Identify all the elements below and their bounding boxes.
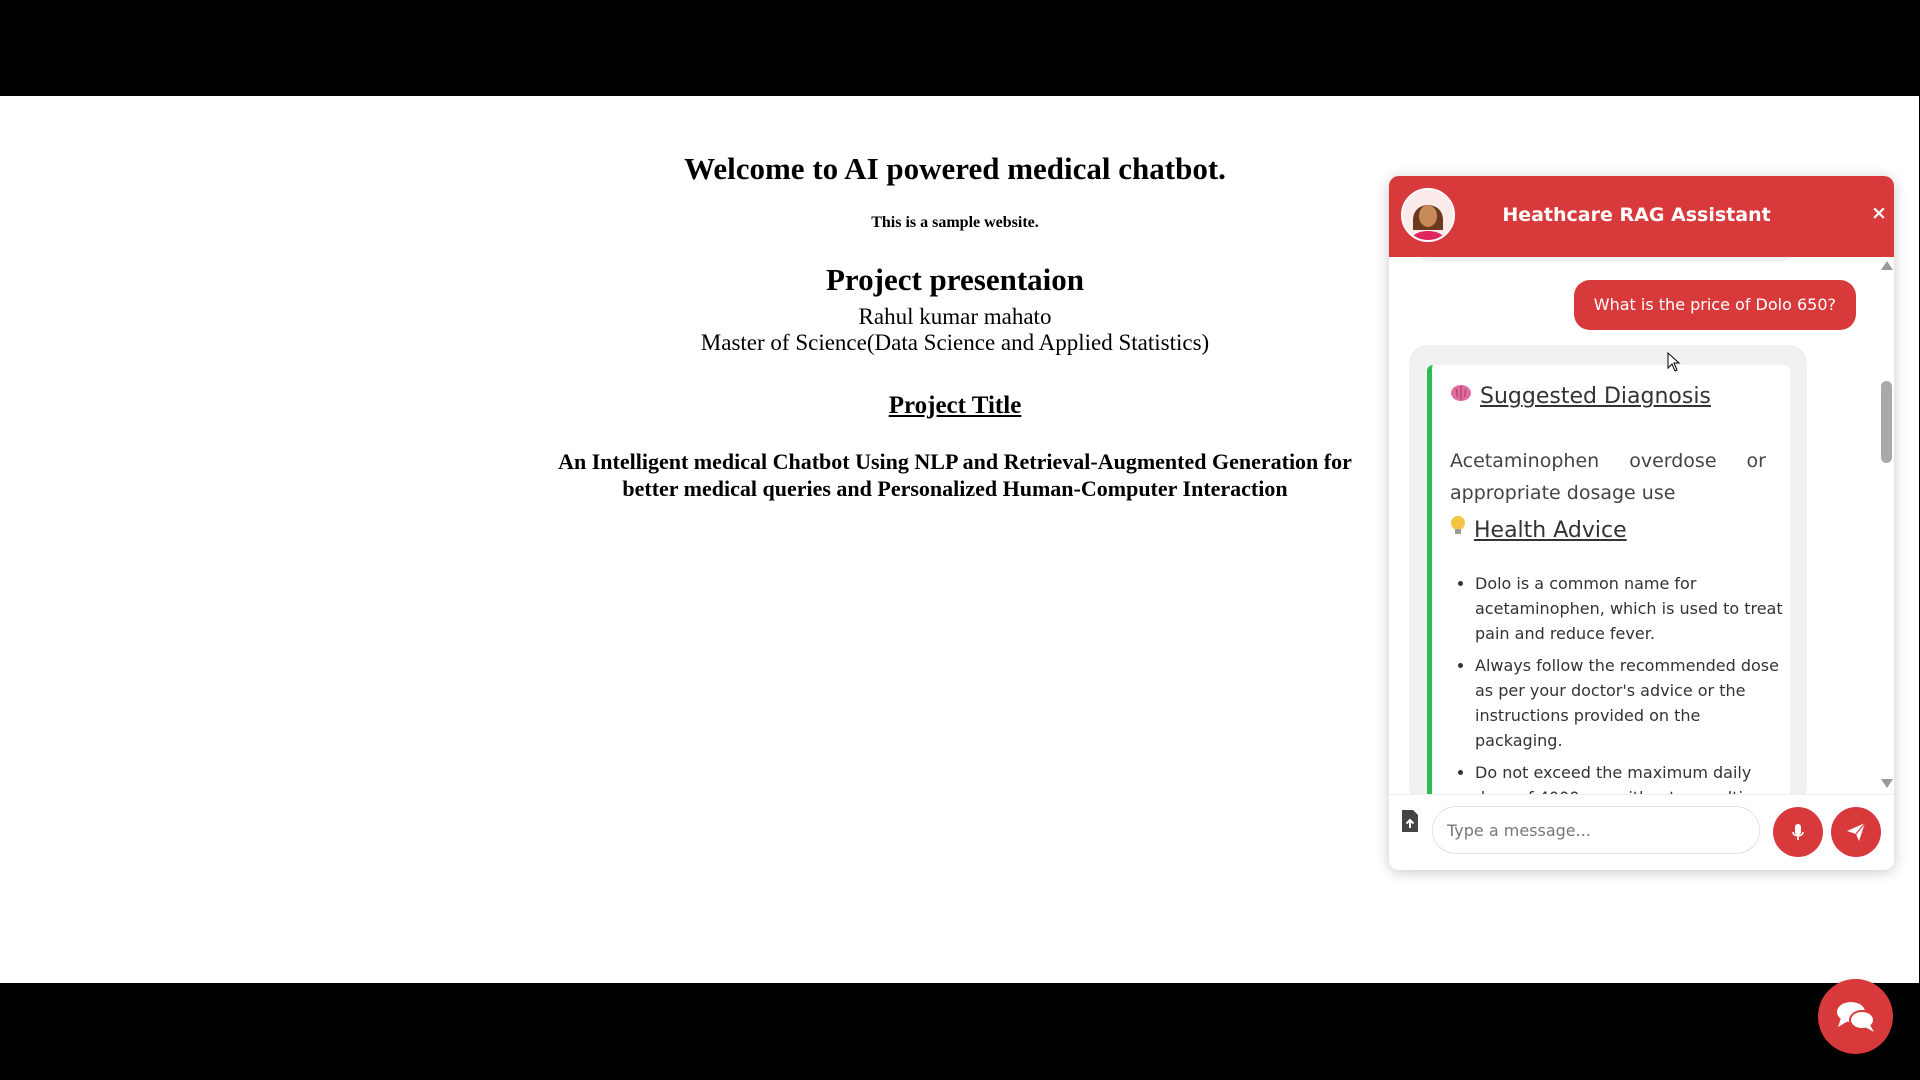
- microphone-button[interactable]: [1773, 807, 1823, 857]
- advice-list: Dolo is a common name for acetaminophen,…: [1450, 571, 1790, 794]
- diagnosis-heading-label: Suggested Diagnosis: [1480, 384, 1711, 409]
- previous-message-stub: [1419, 257, 1793, 261]
- message-list[interactable]: What is the price of Dolo 650? Suggested…: [1389, 257, 1894, 794]
- chat-title: Heathcare RAG Assistant: [1502, 204, 1771, 226]
- scrollbar-thumb[interactable]: [1881, 381, 1892, 463]
- brain-icon: [1450, 383, 1472, 408]
- paper-plane-icon: [1847, 822, 1866, 841]
- diagnosis-heading: Suggested Diagnosis: [1450, 383, 1711, 409]
- assistant-avatar: [1401, 188, 1455, 242]
- scroll-down-arrow-icon[interactable]: [1881, 779, 1893, 788]
- mouse-cursor-icon: [1667, 352, 1681, 372]
- chat-widget: Heathcare RAG Assistant × What is the pr…: [1389, 176, 1894, 870]
- advice-item: Always follow the recommended dose as pe…: [1475, 653, 1790, 753]
- advice-item: Dolo is a common name for acetaminophen,…: [1475, 571, 1790, 646]
- advice-heading-label: Health Advice: [1474, 518, 1627, 543]
- chat-header: Heathcare RAG Assistant ×: [1389, 176, 1894, 257]
- project-title-text: An Intelligent medical Chatbot Using NLP…: [558, 449, 1352, 501]
- diagnosis-text: Acetaminophen overdose or appropriate do…: [1450, 450, 1766, 504]
- lightbulb-icon: [1450, 515, 1466, 542]
- bot-response-card: Suggested Diagnosis Acetaminophen overdo…: [1427, 365, 1790, 794]
- chat-bubbles-icon: [1837, 1002, 1875, 1032]
- user-message: What is the price of Dolo 650?: [1573, 280, 1856, 330]
- microphone-icon: [1792, 824, 1804, 840]
- attach-file-icon[interactable]: [1400, 809, 1420, 833]
- bot-message: Suggested Diagnosis Acetaminophen overdo…: [1409, 345, 1807, 794]
- page: Welcome to AI powered medical chatbot. T…: [0, 96, 1919, 1054]
- close-button[interactable]: ×: [1871, 202, 1887, 224]
- message-scrollbar[interactable]: [1878, 257, 1894, 794]
- advice-item: Do not exceed the maximum daily dose of …: [1475, 760, 1790, 794]
- message-input[interactable]: [1432, 806, 1760, 854]
- chat-toggle-button[interactable]: [1818, 979, 1893, 1054]
- avatar-icon: [1403, 190, 1453, 240]
- chat-input-bar: [1389, 794, 1894, 870]
- scroll-up-arrow-icon[interactable]: [1881, 261, 1893, 270]
- send-button[interactable]: [1831, 807, 1881, 857]
- advice-heading: Health Advice: [1450, 515, 1627, 543]
